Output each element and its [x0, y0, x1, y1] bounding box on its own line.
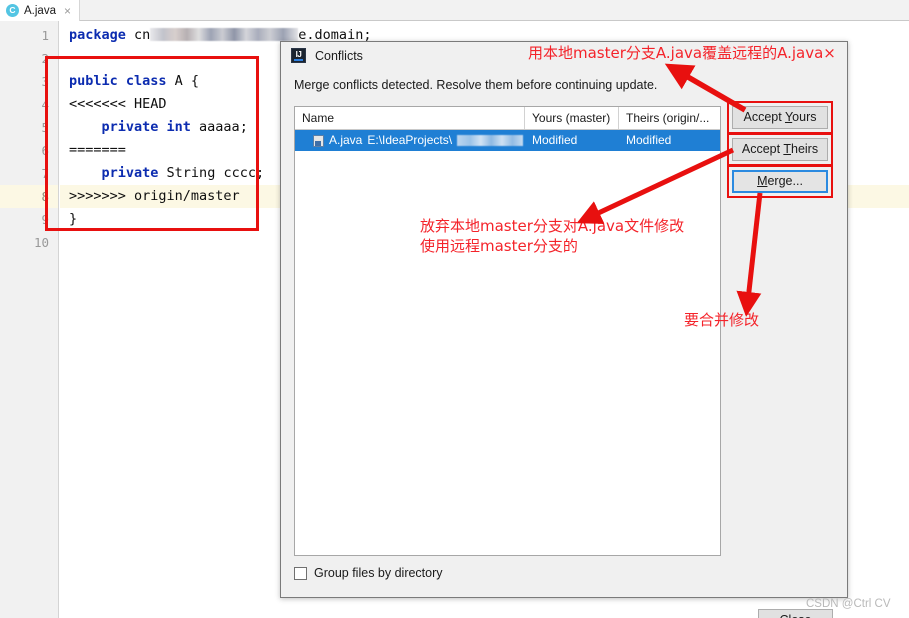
intellij-idea-icon: IJ [291, 48, 306, 63]
annotation-accept-yours: 用本地master分支A.java覆盖远程的A.java× [528, 44, 836, 62]
keyword-private: private [101, 165, 159, 181]
line-number: 1 [41, 28, 49, 43]
file-path-label: E:\IdeaProjects\ [367, 133, 453, 147]
line-number: 7 [41, 166, 49, 181]
blurred-file-path [457, 135, 524, 146]
line-number: 9 [41, 212, 49, 227]
annotation-accept-theirs-line2: 使用远程master分支的 [420, 237, 578, 255]
tab-close-icon[interactable]: × [64, 4, 71, 18]
accept-theirs-button[interactable]: Accept Theirs [732, 138, 828, 161]
conflicts-file-table[interactable]: Name Yours (master) Theirs (origin/... A… [294, 106, 721, 556]
java-class-icon: C [6, 4, 19, 17]
table-header-row: Name Yours (master) Theirs (origin/... [295, 107, 720, 130]
column-header-yours[interactable]: Yours (master) [525, 107, 619, 129]
checkbox-box[interactable] [294, 566, 307, 580]
line-number-current: 8 [0, 185, 58, 208]
close-button[interactable]: Close [758, 609, 833, 618]
annotation-accept-theirs-line1: 放弃本地master分支对A.java文件修改 [420, 217, 685, 235]
annotation-accept-theirs: 放弃本地master分支对A.java文件修改 使用远程master分支的 [420, 216, 684, 256]
screenshot-root: C A.java × 1 2 3 4 5 6 7 8 9 10 package … [0, 0, 909, 618]
group-files-by-directory-checkbox[interactable]: Group files by directory [294, 566, 443, 580]
watermark: CSDN @Ctrl CV [806, 598, 891, 610]
dialog-message: Merge conflicts detected. Resolve them b… [294, 78, 658, 92]
conflicts-dialog: IJ Conflicts Merge conflicts detected. R… [280, 41, 848, 618]
line-number: 10 [33, 235, 49, 250]
file-name-label: A.java [329, 133, 363, 147]
cell-theirs-status: Modified [626, 133, 672, 147]
field-cccc: String cccc; [158, 165, 265, 181]
blurred-package-name [150, 28, 299, 41]
checkbox-label: Group files by directory [314, 566, 443, 580]
cell-file-name: A.java E:\IdeaProjects\ [295, 130, 525, 151]
keyword-package: package [69, 27, 126, 43]
field-aaaaa: aaaaa; [190, 119, 248, 135]
editor-tab-bar: C A.java × [0, 0, 909, 21]
java-file-icon [313, 134, 324, 147]
column-header-name[interactable]: Name [295, 107, 525, 129]
dialog-title-label: Conflicts [315, 48, 363, 63]
editor-tab-a-java[interactable]: C A.java × [0, 0, 80, 21]
merge-button[interactable]: Merge... [732, 170, 828, 193]
line-number: 6 [41, 143, 49, 158]
editor-line-number-gutter: 1 2 3 4 5 6 7 8 9 10 [0, 21, 59, 618]
line-number: 4 [41, 97, 49, 112]
package-prefix: cn [125, 27, 151, 43]
line-number: 5 [41, 120, 49, 135]
table-row[interactable]: A.java E:\IdeaProjects\ Modified Modifie… [295, 130, 720, 151]
line-number: 3 [41, 74, 49, 89]
line-number: 2 [41, 51, 49, 66]
keyword-private-int: private int [101, 119, 191, 135]
column-header-theirs[interactable]: Theirs (origin/... [619, 107, 720, 129]
keyword-public-class: public class [69, 73, 167, 89]
cell-yours-status: Modified [532, 133, 578, 147]
accept-yours-button[interactable]: Accept Yours [732, 106, 828, 129]
class-name-decl: A { [166, 73, 200, 89]
editor-tab-label: A.java [24, 4, 56, 17]
annotation-merge: 要合并修改 [684, 311, 760, 329]
